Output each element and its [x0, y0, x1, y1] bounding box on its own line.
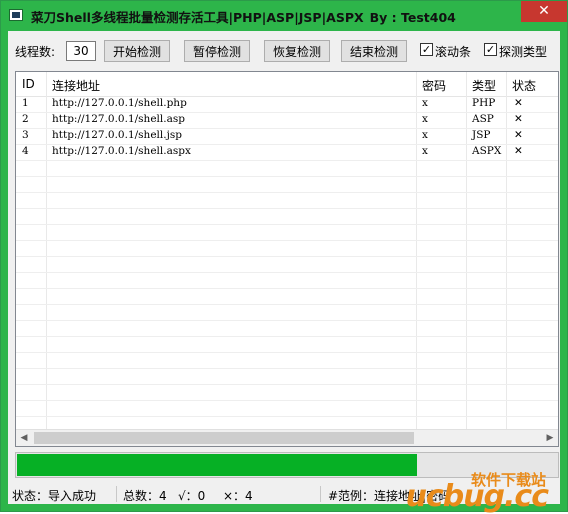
window-author: By : Test404 [369, 10, 456, 25]
row-password: x [422, 97, 428, 109]
row-divider [16, 240, 558, 241]
scroll-checkbox-label: 滚动条 [435, 45, 472, 59]
table-row[interactable]: 3 http://127.0.0.1/shell.jsp x JSP ✕ [16, 128, 558, 144]
main-window: 菜刀Shell多线程批量检测存活工具|PHP|ASP|JSP|ASPX By : … [0, 0, 568, 514]
column-url[interactable]: 连接地址 [52, 77, 100, 94]
pause-button[interactable]: 暂停检测 [184, 40, 250, 62]
client-area: 线程数: 30 开始检测 暂停检测 恢复检测 结束检测 ✓ 滚动条 ✓ 探测类型… [8, 31, 560, 514]
scroll-thumb[interactable] [34, 432, 414, 444]
status-divider [116, 486, 117, 502]
horizontal-scrollbar[interactable]: ◀ ▶ [16, 429, 558, 446]
row-divider [16, 288, 558, 289]
window-title-text: 菜刀Shell多线程批量检测存活工具|PHP|ASP|JSP|ASPX [31, 10, 364, 25]
column-type[interactable]: 类型 [472, 77, 496, 94]
row-divider [16, 128, 558, 129]
row-type: ASPX [472, 145, 502, 157]
row-id: 4 [22, 145, 29, 157]
row-divider [16, 384, 558, 385]
row-status-fail-icon: ✕ [514, 97, 523, 109]
table-row[interactable]: 1 http://127.0.0.1/shell.php x PHP ✕ [16, 96, 558, 112]
row-divider [16, 304, 558, 305]
row-id: 2 [22, 113, 29, 125]
row-divider [16, 336, 558, 337]
stop-button[interactable]: 结束检测 [341, 40, 407, 62]
row-id: 3 [22, 129, 29, 141]
title-bar: 菜刀Shell多线程批量检测存活工具|PHP|ASP|JSP|ASPX By : … [1, 1, 567, 31]
row-divider [16, 416, 558, 417]
row-password: x [422, 145, 428, 157]
row-status-fail-icon: ✕ [514, 129, 523, 141]
row-divider [16, 192, 558, 193]
row-divider [16, 400, 558, 401]
table-row[interactable]: 2 http://127.0.0.1/shell.asp x ASP ✕ [16, 112, 558, 128]
status-fail-count: ×：4 [223, 489, 253, 503]
watermark-logo: ucbug.cc [405, 479, 549, 514]
row-divider [16, 224, 558, 225]
row-url: http://127.0.0.1/shell.asp [52, 113, 185, 125]
scroll-right-arrow-icon[interactable]: ▶ [542, 431, 558, 445]
row-type: ASP [472, 113, 494, 125]
row-id: 1 [22, 97, 29, 109]
row-divider [16, 368, 558, 369]
results-table: ID 连接地址 密码 类型 状态 1 http://127.0.0.1/shel… [15, 71, 559, 447]
row-type: PHP [472, 97, 496, 109]
resume-button[interactable]: 恢复检测 [264, 40, 330, 62]
row-divider [16, 208, 558, 209]
row-password: x [422, 113, 428, 125]
detect-type-checkbox[interactable]: ✓ [484, 43, 497, 56]
threads-input[interactable]: 30 [66, 41, 96, 61]
row-divider [16, 160, 558, 161]
row-type: JSP [472, 129, 491, 141]
threads-label: 线程数: [15, 45, 56, 59]
scroll-checkbox[interactable]: ✓ [420, 43, 433, 56]
row-divider [16, 272, 558, 273]
status-success-count: √：0 [178, 489, 206, 503]
status-text: 状态：导入成功 [12, 489, 97, 503]
row-url: http://127.0.0.1/shell.php [52, 97, 187, 109]
column-password[interactable]: 密码 [422, 77, 446, 94]
toolbar: 线程数: 30 开始检测 暂停检测 恢复检测 结束检测 ✓ 滚动条 ✓ 探测类型 [8, 31, 560, 71]
table-header: ID 连接地址 密码 类型 状态 [16, 72, 558, 97]
row-url: http://127.0.0.1/shell.jsp [52, 129, 182, 141]
row-password: x [422, 129, 428, 141]
table-row[interactable]: 4 http://127.0.0.1/shell.aspx x ASPX ✕ [16, 144, 558, 160]
row-divider [16, 256, 558, 257]
row-divider [16, 352, 558, 353]
row-divider [16, 320, 558, 321]
row-url: http://127.0.0.1/shell.aspx [52, 145, 191, 157]
row-divider [16, 144, 558, 145]
window-title: 菜刀Shell多线程批量检测存活工具|PHP|ASP|JSP|ASPX By : … [31, 7, 456, 26]
status-divider [320, 486, 321, 502]
app-icon [9, 9, 23, 21]
start-button[interactable]: 开始检测 [104, 40, 170, 62]
row-status-fail-icon: ✕ [514, 113, 523, 125]
row-divider [16, 112, 558, 113]
scroll-left-arrow-icon[interactable]: ◀ [16, 431, 32, 445]
column-id[interactable]: ID [22, 77, 35, 91]
row-status-fail-icon: ✕ [514, 145, 523, 157]
status-total: 总数：4 [123, 489, 167, 503]
close-button[interactable]: ✕ [521, 1, 567, 22]
column-status[interactable]: 状态 [512, 77, 536, 94]
progress-fill [17, 454, 417, 476]
detect-type-checkbox-label: 探测类型 [499, 45, 548, 59]
row-divider [16, 176, 558, 177]
